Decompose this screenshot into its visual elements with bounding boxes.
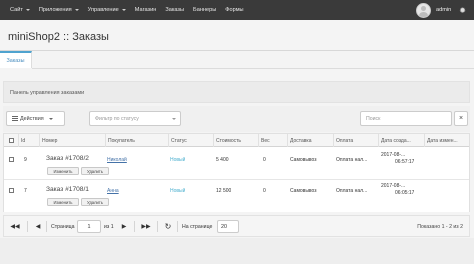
next-page-icon[interactable]: ▶ xyxy=(118,219,130,234)
edit-button[interactable]: Изменить xyxy=(47,167,79,175)
order-payment: Оплата нал... xyxy=(336,188,368,194)
order-weight: 0 xyxy=(263,188,266,194)
page-label: Страница xyxy=(51,223,75,230)
column-header-status[interactable]: Статус xyxy=(169,134,214,147)
status-filter[interactable]: Фильтр по статусу xyxy=(89,111,181,126)
per-page-input[interactable]: 20 xyxy=(217,220,239,233)
order-number: Заказ #1708/1 xyxy=(46,186,89,193)
delete-button[interactable]: Удалить xyxy=(81,167,109,175)
checkbox-icon xyxy=(8,138,14,143)
prev-page-icon[interactable]: ◀ xyxy=(32,219,44,234)
close-icon: × xyxy=(458,115,464,122)
gear-icon[interactable]: ✹ xyxy=(459,6,466,15)
orders-grid: Id Номер Покупатель Статус Стоимость Вес… xyxy=(3,133,470,212)
divider xyxy=(32,68,474,69)
chevron-down-icon xyxy=(121,9,126,11)
order-payment: Оплата нал... xyxy=(336,157,368,163)
first-page-icon[interactable]: ◀◀ xyxy=(8,219,22,234)
user-name[interactable]: admin xyxy=(436,7,451,13)
nav-forms[interactable]: Формы xyxy=(225,7,243,13)
refresh-icon[interactable]: ↻ xyxy=(162,219,174,234)
actions-dropdown[interactable]: Действия xyxy=(6,111,65,126)
tab-orders[interactable]: Заказы xyxy=(0,51,32,68)
column-header-updated[interactable]: Дата измен... xyxy=(425,134,469,147)
nav-banners[interactable]: Баннеры xyxy=(193,7,216,13)
chevron-down-icon xyxy=(74,9,79,11)
column-header-weight[interactable]: Вес xyxy=(259,134,288,147)
grid-toolbar: Действия Фильтр по статусу Поиск × xyxy=(3,106,470,132)
table-row[interactable]: 7 Заказ #1708/1 Анна Новый 12 500 0 Само… xyxy=(4,181,469,212)
created-date: 2017-08-... xyxy=(381,183,406,189)
user-menu[interactable]: admin ✹ xyxy=(416,0,466,20)
column-header-delivery[interactable]: Доставка xyxy=(288,134,334,147)
order-weight: 0 xyxy=(263,157,266,163)
status-badge: Новый xyxy=(170,157,186,163)
row-checkbox[interactable] xyxy=(9,157,14,162)
column-header-customer[interactable]: Покупатель xyxy=(106,134,169,147)
nav-site[interactable]: Сайт xyxy=(10,7,30,13)
created-date: 2017-08-... xyxy=(381,152,406,158)
status-badge: Новый xyxy=(170,188,186,194)
divider xyxy=(177,221,178,232)
order-id: 7 xyxy=(24,188,27,194)
grid-header: Id Номер Покупатель Статус Стоимость Вес… xyxy=(4,134,469,147)
order-number: Заказ #1708/2 xyxy=(46,155,89,162)
list-icon xyxy=(12,116,18,121)
table-row[interactable]: 9 Заказ #1708/2 Николай Новый 5 400 0 Са… xyxy=(4,148,469,180)
search-input[interactable]: Поиск xyxy=(360,111,452,126)
avatar[interactable] xyxy=(416,2,432,18)
created-time: 06:05:17 xyxy=(395,190,415,196)
divider xyxy=(0,50,474,51)
page-of-label: из 1 xyxy=(104,223,114,230)
order-id: 9 xyxy=(24,157,27,163)
per-page-label: На странице xyxy=(182,223,213,230)
page-number-input[interactable]: 1 xyxy=(77,220,101,233)
nav-shop[interactable]: Магазин xyxy=(135,7,157,13)
nav-manage[interactable]: Управление xyxy=(88,7,126,13)
divider xyxy=(46,221,47,232)
edit-button[interactable]: Изменить xyxy=(47,198,79,206)
column-header-cost[interactable]: Стоимость xyxy=(214,134,259,147)
nav-apps[interactable]: Приложения xyxy=(39,7,79,13)
nav-orders[interactable]: Заказы xyxy=(165,7,184,13)
order-delivery: Самовывоз xyxy=(290,188,317,194)
panel-description: Панель управления заказами xyxy=(3,81,470,103)
customer-link[interactable]: Николай xyxy=(107,157,127,163)
order-cost: 5 400 xyxy=(216,157,229,163)
chevron-down-icon xyxy=(172,117,176,120)
column-header-payment[interactable]: Оплата xyxy=(334,134,379,147)
divider xyxy=(134,221,135,232)
chevron-down-icon xyxy=(48,117,53,120)
row-checkbox[interactable] xyxy=(9,188,14,193)
footer xyxy=(0,238,474,264)
chevron-down-icon xyxy=(25,9,30,11)
pagination-info: Показано 1 - 2 из 2 xyxy=(417,223,463,230)
delete-button[interactable]: Удалить xyxy=(81,198,109,206)
column-header-number[interactable]: Номер xyxy=(40,134,106,147)
column-header-id[interactable]: Id xyxy=(19,134,40,147)
select-all-checkbox[interactable] xyxy=(4,134,19,147)
order-cost: 12 500 xyxy=(216,188,232,194)
clear-search-button[interactable]: × xyxy=(454,111,468,126)
pagination-bar: ◀◀ ◀ Страница 1 из 1 ▶ ▶▶ ↻ На странице … xyxy=(3,215,470,237)
divider xyxy=(157,221,158,232)
created-time: 06:57:17 xyxy=(395,159,415,165)
customer-link[interactable]: Анна xyxy=(107,188,119,194)
last-page-icon[interactable]: ▶▶ xyxy=(139,219,153,234)
page-title: miniShop2 :: Заказы xyxy=(8,31,109,43)
order-delivery: Самовывоз xyxy=(290,157,317,163)
column-header-created[interactable]: Дата созда... xyxy=(379,134,425,147)
divider xyxy=(27,221,28,232)
top-navbar: Сайт Приложения Управление Магазин Заказ… xyxy=(0,0,474,20)
